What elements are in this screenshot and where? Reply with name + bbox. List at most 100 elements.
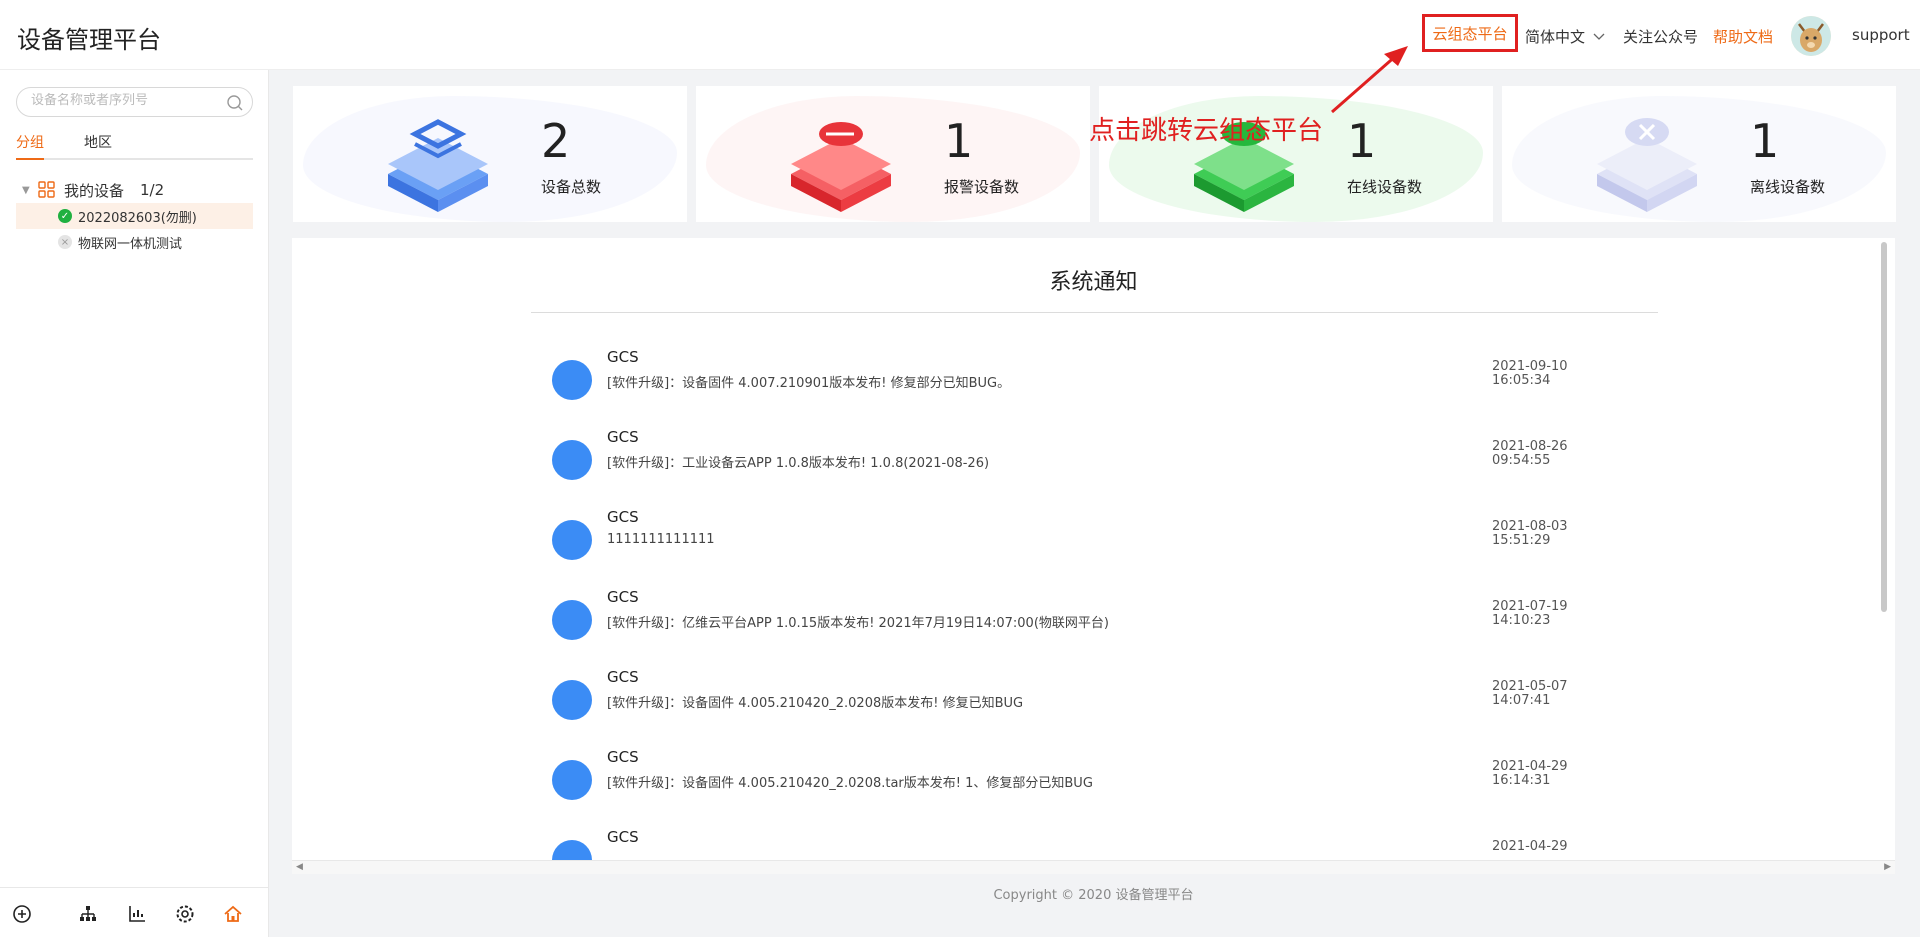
sender-avatar	[552, 520, 592, 560]
tab-region[interactable]: 地区	[84, 132, 112, 160]
sender-avatar	[552, 360, 592, 400]
search-input[interactable]	[31, 93, 221, 108]
annotation-text: 点击跳转云组态平台	[1089, 116, 1324, 146]
language-label: 简体中文	[1525, 28, 1586, 46]
stat-value: 1	[944, 114, 974, 168]
notice-title: 系统通知	[1049, 270, 1138, 295]
username[interactable]: support	[1852, 26, 1910, 44]
notice-time: 14:07:41	[1492, 693, 1551, 708]
stat-label: 设备总数	[541, 178, 602, 196]
stat-value: 2	[541, 114, 571, 168]
notice-item[interactable]: GCS [软件升级]：设备固件 4.005.210420_2.0208版本发布!…	[552, 668, 1652, 728]
notice-datetime: 2021-07-19 14:10:23	[1492, 600, 1568, 628]
org-tree-icon[interactable]	[78, 904, 98, 924]
notice-date: 2021-04-29	[1492, 759, 1568, 774]
follow-account-link[interactable]: 关注公众号	[1623, 26, 1698, 47]
notice-text: [软件升级]：设备固件 4.007.210901版本发布! 修复部分已知BUG。	[607, 376, 1011, 391]
notice-time: 16:05:34	[1492, 373, 1551, 388]
sender-avatar	[552, 440, 592, 480]
divider	[531, 312, 1658, 313]
device-tree: ▼ 我的设备 1/2 ✓ 2022082603(勿删) × 物联网一体机测试	[16, 177, 253, 255]
home-icon[interactable]	[223, 904, 243, 924]
notice-time: 16:14:31	[1492, 773, 1551, 788]
gear-icon[interactable]	[175, 904, 195, 924]
stat-value: 1	[1750, 114, 1780, 168]
scroll-right-icon[interactable]: ▶	[1884, 862, 1891, 872]
offline-x-icon: ×	[58, 235, 72, 249]
device-stack-icon	[388, 119, 488, 212]
notice-sender: GCS	[607, 588, 639, 606]
top-header: 设备管理平台 云组态平台 简体中文 关注公众号 帮助文档 support	[0, 0, 1920, 70]
stat-label: 离线设备数	[1750, 178, 1826, 196]
tree-item-device[interactable]: × 物联网一体机测试	[16, 229, 253, 255]
help-docs-link[interactable]: 帮助文档	[1713, 26, 1773, 47]
online-check-icon: ✓	[58, 209, 72, 223]
stat-value: 1	[1347, 114, 1377, 168]
sender-avatar	[552, 840, 592, 860]
avatar[interactable]	[1791, 16, 1831, 56]
tree-item-device[interactable]: ✓ 2022082603(勿删)	[16, 203, 253, 229]
stat-label: 报警设备数	[944, 178, 1020, 196]
notice-time: 14:10:23	[1492, 613, 1551, 628]
notice-datetime: 2021-04-29 16:14:31	[1492, 760, 1568, 788]
stat-label: 在线设备数	[1347, 178, 1423, 196]
caret-down-icon[interactable]: ▼	[22, 185, 32, 196]
system-notice-panel[interactable]: 系统通知 GCS [软件升级]：设备固件 4.007.210901版本发布! 修…	[292, 238, 1895, 860]
stat-card-total: 2 设备总数	[293, 86, 687, 222]
stat-card-online: 1 在线设备数	[1099, 86, 1493, 222]
chart-icon[interactable]	[127, 904, 147, 924]
notice-item[interactable]: GCS [软件升级]：亿维云平台APP 1.0.15版本发布! 2021年7月1…	[552, 588, 1652, 648]
sidebar: 分组 地区 ▼ 我的设备 1/2 ✓ 2022082603(勿删) × 物联网一…	[0, 70, 269, 937]
tree-root-label: 我的设备	[64, 181, 125, 200]
tree-root-count: 1/2	[140, 181, 165, 199]
notice-text: [软件升级]：工业设备云APP 1.0.8版本发布! 1.0.8(2021-08…	[607, 456, 990, 471]
group-icon	[38, 181, 55, 198]
vertical-scrollbar[interactable]	[1881, 242, 1887, 612]
scroll-left-icon[interactable]: ◀	[296, 862, 303, 872]
notice-date: 2021-09-10	[1492, 359, 1568, 374]
notice-datetime: 2021-04-29	[1492, 840, 1568, 854]
language-select[interactable]: 简体中文	[1525, 26, 1605, 47]
horizontal-scrollbar[interactable]: ◀ ▶	[292, 860, 1895, 874]
notice-date: 2021-08-03	[1492, 519, 1568, 534]
alarm-stack-icon	[791, 122, 891, 212]
notice-datetime: 2021-09-10 16:05:34	[1492, 360, 1568, 388]
notice-datetime: 2021-08-03 15:51:29	[1492, 520, 1568, 548]
chevron-down-icon	[1593, 33, 1605, 40]
tab-group[interactable]: 分组	[16, 132, 44, 160]
notice-item[interactable]: GCS [软件升级]：工业设备云APP 1.0.8版本发布! 1.0.8(202…	[552, 428, 1652, 488]
notice-datetime: 2021-08-26 09:54:55	[1492, 440, 1568, 468]
tree-root-my-devices[interactable]: ▼ 我的设备 1/2	[16, 177, 253, 203]
sidebar-toolbar	[0, 887, 269, 937]
sender-avatar	[552, 760, 592, 800]
notice-item[interactable]: GCS [软件升级]：设备固件 4.007.210901版本发布! 修复部分已知…	[552, 348, 1652, 408]
notice-item[interactable]: GCS 2021-04-29	[552, 828, 1652, 860]
notice-item[interactable]: GCS [软件升级]：设备固件 4.005.210420_2.0208.tar版…	[552, 748, 1652, 808]
notice-time: 15:51:29	[1492, 533, 1551, 548]
sender-avatar	[552, 600, 592, 640]
cloud-platform-link[interactable]: 云组态平台	[1422, 14, 1518, 52]
sender-avatar	[552, 680, 592, 720]
search-box[interactable]	[16, 87, 253, 117]
tree-item-label: 物联网一体机测试	[78, 236, 183, 252]
notice-sender: GCS	[607, 348, 639, 366]
notice-date: 2021-07-19	[1492, 599, 1568, 614]
notice-sender: GCS	[607, 748, 639, 766]
notice-sender: GCS	[607, 828, 639, 846]
annotation-arrow-icon	[1331, 46, 1408, 114]
notice-sender: GCS	[607, 668, 639, 686]
search-icon[interactable]	[226, 94, 244, 112]
notice-text: [软件升级]：亿维云平台APP 1.0.15版本发布! 2021年7月19日14…	[607, 616, 1109, 631]
tree-item-label: 2022082603(勿删)	[78, 210, 197, 226]
notice-text: [软件升级]：设备固件 4.005.210420_2.0208.tar版本发布!…	[607, 776, 1093, 791]
notice-item[interactable]: GCS 1111111111111 2021-08-03 15:51:29	[552, 508, 1652, 568]
notice-sender: GCS	[607, 428, 639, 446]
stat-card-offline: 1 离线设备数	[1502, 86, 1896, 222]
notice-date: 2021-08-26	[1492, 439, 1568, 454]
notice-sender: GCS	[607, 508, 639, 526]
notice-datetime: 2021-05-07 14:07:41	[1492, 680, 1568, 708]
add-circle-icon[interactable]	[12, 904, 32, 924]
notice-time: 09:54:55	[1492, 453, 1551, 468]
sidebar-tabs: 分组 地区	[16, 130, 253, 160]
notice-text: [软件升级]：设备固件 4.005.210420_2.0208版本发布! 修复已…	[607, 696, 1024, 711]
